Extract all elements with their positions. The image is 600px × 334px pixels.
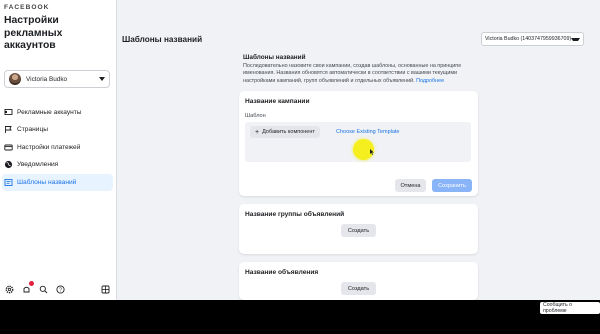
svg-text:?: ? bbox=[59, 287, 62, 293]
template-label: Шаблон bbox=[245, 113, 266, 119]
pages-icon bbox=[4, 125, 13, 134]
adset-name-card: Название группы объявлений Создать bbox=[239, 204, 478, 254]
search-icon[interactable] bbox=[38, 284, 48, 294]
sidebar-item-payments[interactable]: Настройки платежей bbox=[0, 139, 116, 156]
account-name: Victoria Budko bbox=[26, 75, 68, 83]
globe-icon bbox=[4, 160, 13, 169]
ad-name-card: Название объявления Создать bbox=[239, 262, 478, 300]
card-title: Название группы объявлений bbox=[245, 211, 345, 218]
sidebar-item-label: Рекламные аккаунты bbox=[17, 109, 82, 116]
grid-icon[interactable] bbox=[100, 284, 110, 294]
page-title: Шаблоны названий bbox=[122, 35, 203, 44]
sidebar-item-label: Настройки платежей bbox=[17, 143, 81, 151]
ad-accounts-icon bbox=[4, 108, 13, 117]
learn-more-link[interactable]: Подробнее bbox=[416, 78, 444, 84]
save-button[interactable]: Сохранить bbox=[432, 179, 472, 192]
cancel-button[interactable]: Отмена bbox=[395, 179, 426, 192]
campaign-name-card: Название кампании Шаблон + Добавить комп… bbox=[239, 91, 478, 196]
info-title: Шаблоны названий bbox=[243, 54, 306, 61]
card-title: Название кампании bbox=[245, 98, 310, 105]
mouse-pointer-icon bbox=[370, 149, 374, 155]
chevron-down-icon bbox=[571, 37, 580, 41]
report-problem-button[interactable]: Сообщить о проблеме bbox=[540, 302, 600, 314]
sidebar-item-name-templates[interactable]: Шаблоны названий bbox=[2, 173, 113, 191]
create-adset-template-button[interactable]: Создать bbox=[341, 224, 376, 237]
sidebar: FACEBOOK Настройки рекламных аккаунтов V… bbox=[0, 0, 117, 300]
name-templates-icon bbox=[4, 178, 13, 187]
add-component-label: Добавить компонент bbox=[262, 129, 315, 135]
sidebar-item-label: Шаблоны названий bbox=[17, 178, 77, 186]
sidebar-item-label: Страницы bbox=[17, 126, 48, 134]
ad-account-dropdown-value: Victoria Budko (1403747959936709) bbox=[485, 36, 572, 42]
chevron-down-icon bbox=[99, 77, 105, 81]
avatar bbox=[9, 73, 21, 85]
account-selector[interactable]: Victoria Budko bbox=[4, 70, 110, 88]
info-text: Последовательно назовите свои кампании, … bbox=[243, 63, 479, 85]
sidebar-item-notifications[interactable]: Уведомления bbox=[0, 156, 116, 173]
sidebar-item-label: Уведомления bbox=[17, 161, 59, 169]
template-input[interactable]: + Добавить компонент Choose Existing Tem… bbox=[245, 122, 471, 162]
sidebar-title: Настройки рекламных аккаунтов bbox=[4, 15, 63, 51]
plus-icon: + bbox=[255, 128, 260, 136]
info-section: Шаблоны названий Последовательно назовит… bbox=[243, 54, 479, 85]
payments-icon bbox=[4, 143, 13, 152]
facebook-logo[interactable]: FACEBOOK bbox=[4, 4, 49, 11]
choose-existing-template-link[interactable]: Choose Existing Template bbox=[336, 129, 400, 135]
app-window: FACEBOOK Настройки рекламных аккаунтов V… bbox=[0, 0, 600, 300]
sidebar-nav: Рекламные аккаунты Страницы Настройки пл… bbox=[0, 104, 116, 191]
sidebar-footer: ? bbox=[0, 279, 116, 299]
card-title: Название объявления bbox=[245, 269, 319, 276]
gear-icon[interactable] bbox=[4, 284, 14, 294]
add-component-button[interactable]: + Добавить компонент bbox=[250, 126, 320, 138]
sidebar-item-pages[interactable]: Страницы bbox=[0, 121, 116, 138]
ad-account-dropdown[interactable]: Victoria Budko (1403747959936709) bbox=[481, 32, 584, 46]
help-icon[interactable]: ? bbox=[55, 284, 65, 294]
notifications-icon[interactable] bbox=[21, 281, 34, 294]
create-ad-template-button[interactable]: Создать bbox=[341, 282, 376, 295]
notification-badge bbox=[29, 281, 34, 286]
sidebar-item-ad-accounts[interactable]: Рекламные аккаунты bbox=[0, 104, 116, 121]
